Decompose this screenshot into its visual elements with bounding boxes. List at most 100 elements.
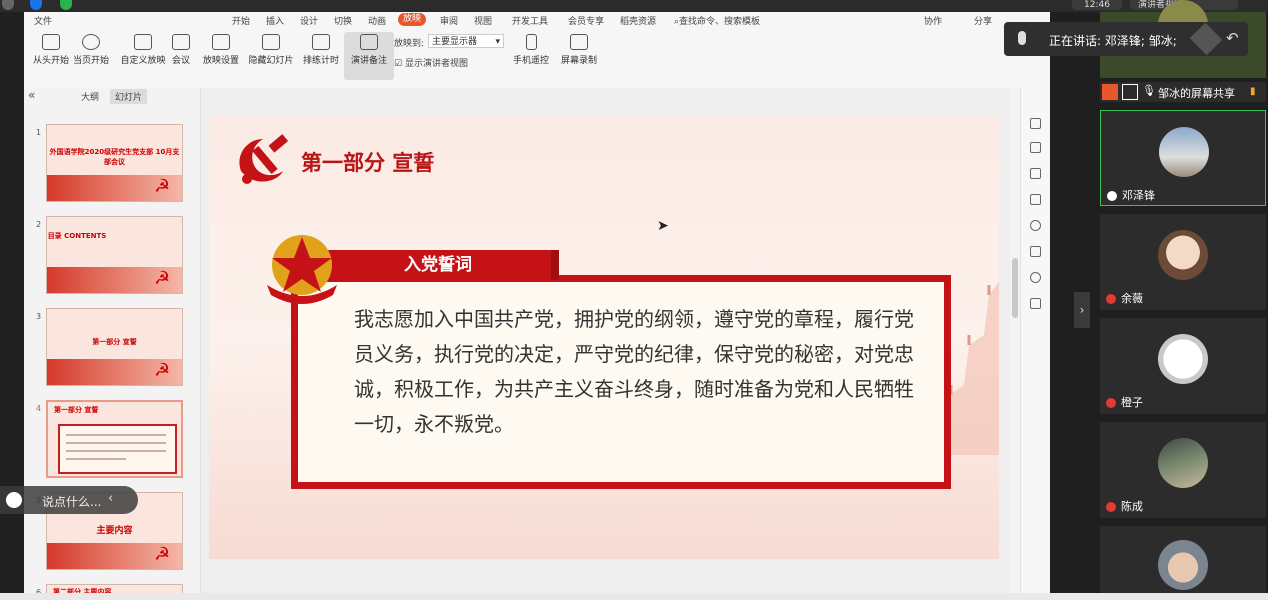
hammer-sickle-icon: ☭ xyxy=(154,544,171,565)
menu-review[interactable]: 审阅 xyxy=(440,14,458,27)
undo-icon[interactable]: ↶ xyxy=(1226,29,1239,47)
collab-button[interactable]: 协作 xyxy=(924,14,942,27)
notes-icon xyxy=(360,34,378,50)
mic-muted-icon xyxy=(1106,398,1116,408)
meeting-icon xyxy=(172,34,190,50)
shape-icon[interactable] xyxy=(1030,246,1041,257)
phone-icon xyxy=(525,34,537,50)
mic-muted-icon xyxy=(1106,502,1116,512)
menu-start[interactable]: 开始 xyxy=(232,14,250,27)
animation-icon[interactable] xyxy=(1030,168,1041,179)
record-icon xyxy=(570,34,588,50)
participant-name: 橙子 xyxy=(1121,396,1143,409)
menu-insert[interactable]: 插入 xyxy=(266,14,284,27)
slide-thumb-4[interactable]: 第一部分 宣誓 xyxy=(46,400,183,478)
menu-design[interactable]: 设计 xyxy=(300,14,318,27)
play-icon xyxy=(82,34,100,50)
hammer-sickle-icon: ☭ xyxy=(154,360,171,381)
phone-remote-button[interactable]: 手机遥控 xyxy=(506,32,556,80)
avatar xyxy=(1158,230,1208,280)
system-icon[interactable] xyxy=(2,0,14,10)
participant-name: 余薇 xyxy=(1121,292,1143,305)
hammer-sickle-icon: ☭ xyxy=(154,268,171,289)
thumb-number: 3 xyxy=(36,312,42,321)
book-icon[interactable] xyxy=(1030,298,1041,309)
rehearse-timing-button[interactable]: 排练计时 xyxy=(296,32,346,80)
thumb-number: 1 xyxy=(36,128,42,137)
from-current-button[interactable]: 当页开始 xyxy=(66,32,116,80)
slide-thumb-2[interactable]: 目录 CONTENTS ☭ xyxy=(46,216,183,294)
properties-icon[interactable] xyxy=(1030,142,1041,153)
oath-label: 入党誓词 xyxy=(325,250,559,280)
clock: 12:46 xyxy=(1072,0,1122,10)
thumb-number: 4 xyxy=(36,404,42,413)
ribbon-slideshow: 从头开始 当页开始 自定义放映 会议 放映设置 隐藏幻灯片 排练计时 演讲备注 … xyxy=(24,28,1050,89)
screen-share-bar[interactable]: 🎙 邹冰的屏幕共享 ▮ xyxy=(1100,82,1266,102)
avatar xyxy=(1158,438,1208,488)
right-toolbar xyxy=(1020,88,1051,600)
star-emblem-icon xyxy=(267,235,337,304)
slide-title: 第一部分 宣誓 xyxy=(301,151,435,175)
comment-input[interactable]: 说点什么... ‹ xyxy=(0,486,138,514)
vertical-scrollbar[interactable] xyxy=(1010,88,1020,600)
speaking-text: 正在讲话: 邓泽锋; 邹冰; xyxy=(1049,34,1177,48)
slide-thumb-1[interactable]: 外国语学院2020级研究生党支部 10月支部会议 ☭ xyxy=(46,124,183,202)
menu-file[interactable]: 文件 xyxy=(34,14,52,27)
play-start-icon xyxy=(42,34,60,50)
menu-transition[interactable]: 切换 xyxy=(334,14,352,27)
share-button[interactable]: 分享 xyxy=(974,14,992,27)
mic-icon xyxy=(1018,31,1026,45)
participant-tile-3[interactable]: 橙子 xyxy=(1100,318,1266,414)
collapse-panel-chevron-icon[interactable]: › xyxy=(1074,292,1090,328)
emoji-icon[interactable] xyxy=(6,492,22,508)
copy-icon[interactable] xyxy=(1030,194,1041,205)
mic-icon: 🎙 xyxy=(1142,84,1156,97)
menu-view[interactable]: 视图 xyxy=(474,14,492,27)
show-settings-button[interactable]: 放映设置 xyxy=(196,32,246,80)
hide-slide-button[interactable]: 隐藏幻灯片 xyxy=(246,32,296,80)
app-icon[interactable] xyxy=(60,0,72,10)
mic-icon xyxy=(1107,191,1117,201)
participant-tile-1[interactable]: 邓泽锋 xyxy=(1100,110,1266,206)
taskbar-strip xyxy=(0,593,1268,600)
avatar xyxy=(1158,334,1208,384)
tab-outline[interactable]: 大纲 xyxy=(76,89,104,104)
shield-icon[interactable] xyxy=(30,0,42,10)
timer-icon xyxy=(312,34,330,50)
menu-developer[interactable]: 开发工具 xyxy=(512,14,548,27)
slide-canvas: 第一部分 宣誓 我志愿加入中国共产党，拥护党的纲领，遵守党的章程，履行党员义务，… xyxy=(201,88,1010,600)
oath-box: 我志愿加入中国共产党，拥护党的纲领，遵守党的章程，履行党员义务，执行党的决定，严… xyxy=(291,275,951,489)
avatar xyxy=(1159,127,1209,177)
collapse-icon[interactable]: ‹ xyxy=(108,491,113,506)
menu-animation[interactable]: 动画 xyxy=(368,14,386,27)
style-icon[interactable] xyxy=(1030,118,1041,129)
slide-thumb-3[interactable]: 第一部分 宣誓 ☭ xyxy=(46,308,183,386)
system-top-strip: 12:46 演讲者视图 xyxy=(0,0,1268,12)
menu-docer[interactable]: 稻壳资源 xyxy=(620,14,656,27)
presenter-view-checkbox[interactable]: ☑ 显示演讲者视图 xyxy=(394,56,468,69)
thumb-number: 2 xyxy=(36,220,42,229)
speaker-notes-button[interactable]: 演讲备注 xyxy=(344,32,394,80)
speaker-avatar-icon xyxy=(1189,22,1223,56)
tab-slides[interactable]: 幻灯片 xyxy=(110,89,148,104)
settings-icon xyxy=(212,34,230,50)
user-icon xyxy=(1102,84,1118,100)
checkbox-checked-icon: ☑ xyxy=(394,59,403,69)
hammer-sickle-icon: ☭ xyxy=(154,176,171,197)
location-icon[interactable] xyxy=(1030,272,1041,283)
screen-record-button[interactable]: 屏幕录制 xyxy=(554,32,604,80)
menu-member[interactable]: 会员专享 xyxy=(568,14,604,27)
wps-window: 文件 开始 插入 设计 切换 动画 放映 审阅 视图 开发工具 会员专享 稻壳资… xyxy=(24,12,1051,600)
meeting-panel: › 🎙 邹冰的屏幕共享 ▮ 邓泽锋 余薇 橙子 陈成 xyxy=(1050,0,1268,600)
help-icon[interactable] xyxy=(1030,220,1041,231)
participant-tile-5[interactable] xyxy=(1100,526,1266,600)
command-search[interactable]: ⌕查找命令、搜索模板 xyxy=(674,14,760,27)
participant-tile-2[interactable]: 余薇 xyxy=(1100,214,1266,310)
participant-tile-4[interactable]: 陈成 xyxy=(1100,422,1266,518)
current-slide[interactable]: 第一部分 宣誓 我志愿加入中国共产党，拥护党的纲领，遵守党的章程，履行党员义务，… xyxy=(209,115,999,559)
scrollbar-thumb[interactable] xyxy=(1012,258,1018,318)
collapse-icon[interactable]: « xyxy=(28,88,35,102)
participant-name: 邓泽锋 xyxy=(1122,189,1155,202)
menu-slideshow[interactable]: 放映 xyxy=(398,13,427,26)
display-select[interactable]: 主要显示器 ▾ xyxy=(428,34,504,48)
